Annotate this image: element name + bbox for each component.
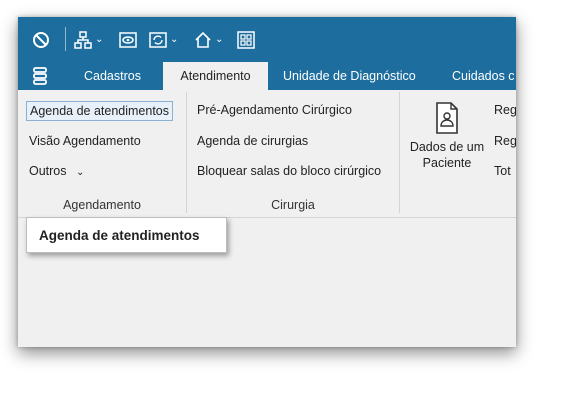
dados-button-label-line1: Dados de um xyxy=(409,140,485,154)
chevron-down-icon: ⌄ xyxy=(76,167,85,178)
ribbon-panel: Agenda de atendimentos Visão Agendamento… xyxy=(18,90,516,218)
refresh-icon[interactable]: ⌄ xyxy=(149,29,178,51)
patient-document-icon xyxy=(435,102,459,134)
tooltip: Agenda de atendimentos xyxy=(26,217,227,253)
group-label-agendamento: Agendamento xyxy=(63,198,141,212)
visao-agendamento-button[interactable]: Visão Agendamento xyxy=(29,134,141,148)
agenda-de-atendimentos-button[interactable]: Agenda de atendimentos xyxy=(26,101,173,121)
tot-item[interactable]: Tot xyxy=(494,164,511,178)
home-icon[interactable]: ⌄ xyxy=(194,29,223,51)
pre-agendamento-cirurgico-button[interactable]: Pré-Agendamento Cirúrgico xyxy=(197,103,352,117)
dados-de-um-paciente-button[interactable]: Dados de um Paciente xyxy=(403,102,491,182)
tab-unidade-de-diagnostico[interactable]: Unidade de Diagnóstico xyxy=(283,62,416,90)
app-window: ⌄ ⌄ ⌄ Cadastros Atendimento Unidade de D… xyxy=(18,17,516,347)
toolbar-separator xyxy=(65,27,66,51)
group-separator xyxy=(399,92,400,213)
outros-dropdown[interactable]: Outros ⌄ xyxy=(29,164,84,178)
dados-button-label-line2: Paciente xyxy=(422,156,472,170)
tab-cadastros[interactable]: Cadastros xyxy=(84,62,141,90)
quick-access-toolbar: ⌄ ⌄ ⌄ xyxy=(18,17,516,62)
agenda-de-cirurgias-button[interactable]: Agenda de cirurgias xyxy=(197,134,308,148)
chevron-down-icon: ⌄ xyxy=(215,34,224,45)
bloquear-salas-button[interactable]: Bloquear salas do bloco cirúrgico xyxy=(197,164,381,178)
group-separator xyxy=(186,92,187,213)
tab-atendimento[interactable]: Atendimento xyxy=(163,62,268,90)
ribbon-tab-bar: Cadastros Atendimento Unidade de Diagnós… xyxy=(18,62,516,90)
group-label-cirurgia: Cirurgia xyxy=(271,198,315,212)
block-icon[interactable] xyxy=(32,29,50,51)
chevron-down-icon: ⌄ xyxy=(95,34,104,45)
reg-item-1[interactable]: Reg xyxy=(494,103,516,117)
eye-icon[interactable] xyxy=(119,29,137,51)
chevron-down-icon: ⌄ xyxy=(170,34,179,45)
reg-item-2[interactable]: Reg xyxy=(494,134,516,148)
outros-label: Outros xyxy=(29,164,67,178)
tab-cuidados[interactable]: Cuidados c xyxy=(452,62,515,90)
hierarchy-icon[interactable]: ⌄ xyxy=(74,29,103,51)
grid-icon[interactable] xyxy=(237,29,255,51)
menu-icon[interactable] xyxy=(32,62,48,90)
